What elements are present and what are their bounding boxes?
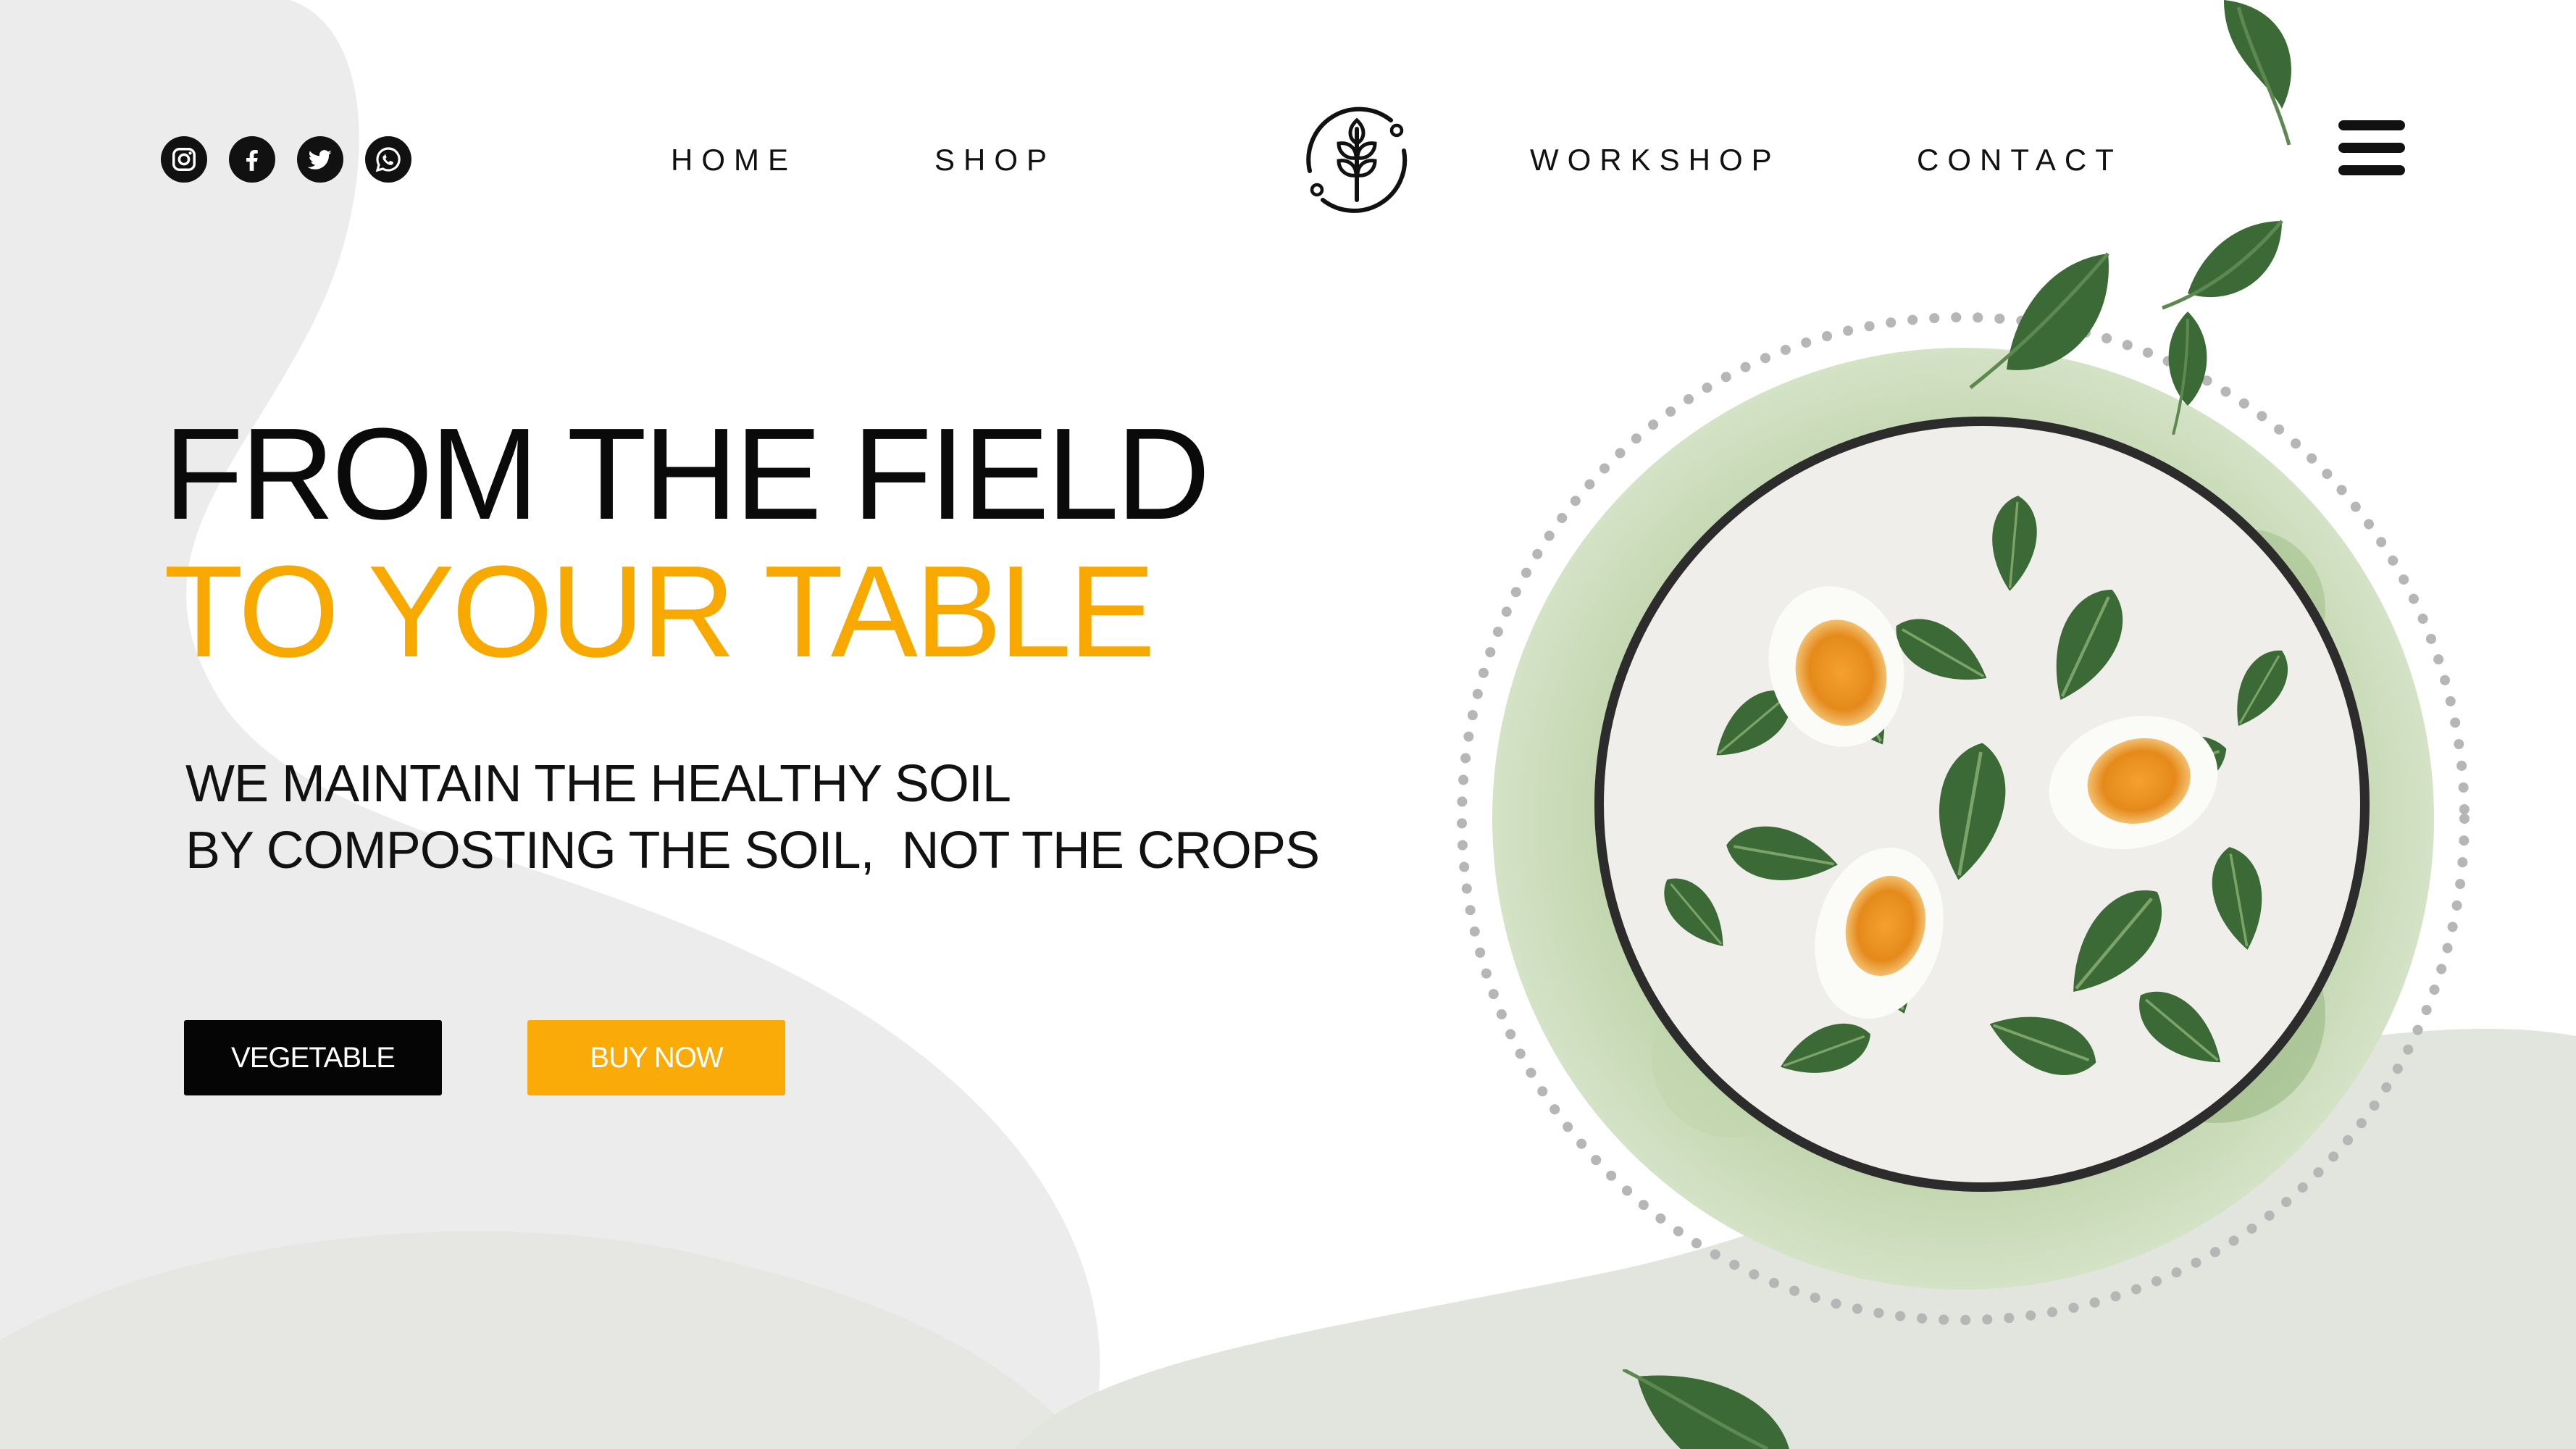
- floating-leaf-bottom: [1623, 1369, 1789, 1449]
- instagram-icon[interactable]: [161, 136, 207, 183]
- hero-title-line2: TO YOUR TABLE: [164, 539, 1155, 685]
- facebook-icon[interactable]: [229, 136, 275, 183]
- social-links: [161, 136, 411, 183]
- whatsapp-icon[interactable]: [365, 136, 411, 183]
- hero-tagline: WE MAINTAIN THE HEALTHY SOIL BY COMPOSTI…: [185, 751, 1320, 884]
- hero-tagline-line1: WE MAINTAIN THE HEALTHY SOIL: [185, 755, 1011, 813]
- nav-workshop[interactable]: WORKSHOP: [1530, 142, 1781, 178]
- left-grey-blob: [0, 0, 1100, 1449]
- wheat-icon[interactable]: [1295, 99, 1418, 222]
- landing-page: HOME SHOP WORKSHOP CONTACT FROM THE FIEL…: [0, 0, 2576, 1449]
- floating-leaf-top: [2224, 0, 2292, 146]
- hero-title-line1: FROM THE FIELD: [164, 401, 1210, 547]
- hero-title: FROM THE FIELD TO YOUR TABLE: [164, 401, 1210, 685]
- floating-leaf-small: [2168, 312, 2207, 435]
- salad-bowl-image: [1457, 312, 2470, 1325]
- twitter-icon[interactable]: [297, 136, 343, 183]
- vegetable-button[interactable]: VEGETABLE: [184, 1020, 442, 1095]
- floating-leaf-mid-left: [1969, 252, 2109, 389]
- nav-contact[interactable]: CONTACT: [1917, 142, 2123, 178]
- buy-now-button[interactable]: BUY NOW: [527, 1020, 785, 1095]
- hero-tagline-line2: BY COMPOSTING THE SOIL, NOT THE CROPS: [185, 822, 1320, 880]
- nav-shop[interactable]: SHOP: [934, 142, 1055, 178]
- floating-leaf-mid-right: [2162, 220, 2283, 310]
- nav-home[interactable]: HOME: [671, 142, 797, 178]
- hamburger-menu-icon[interactable]: [2338, 120, 2405, 175]
